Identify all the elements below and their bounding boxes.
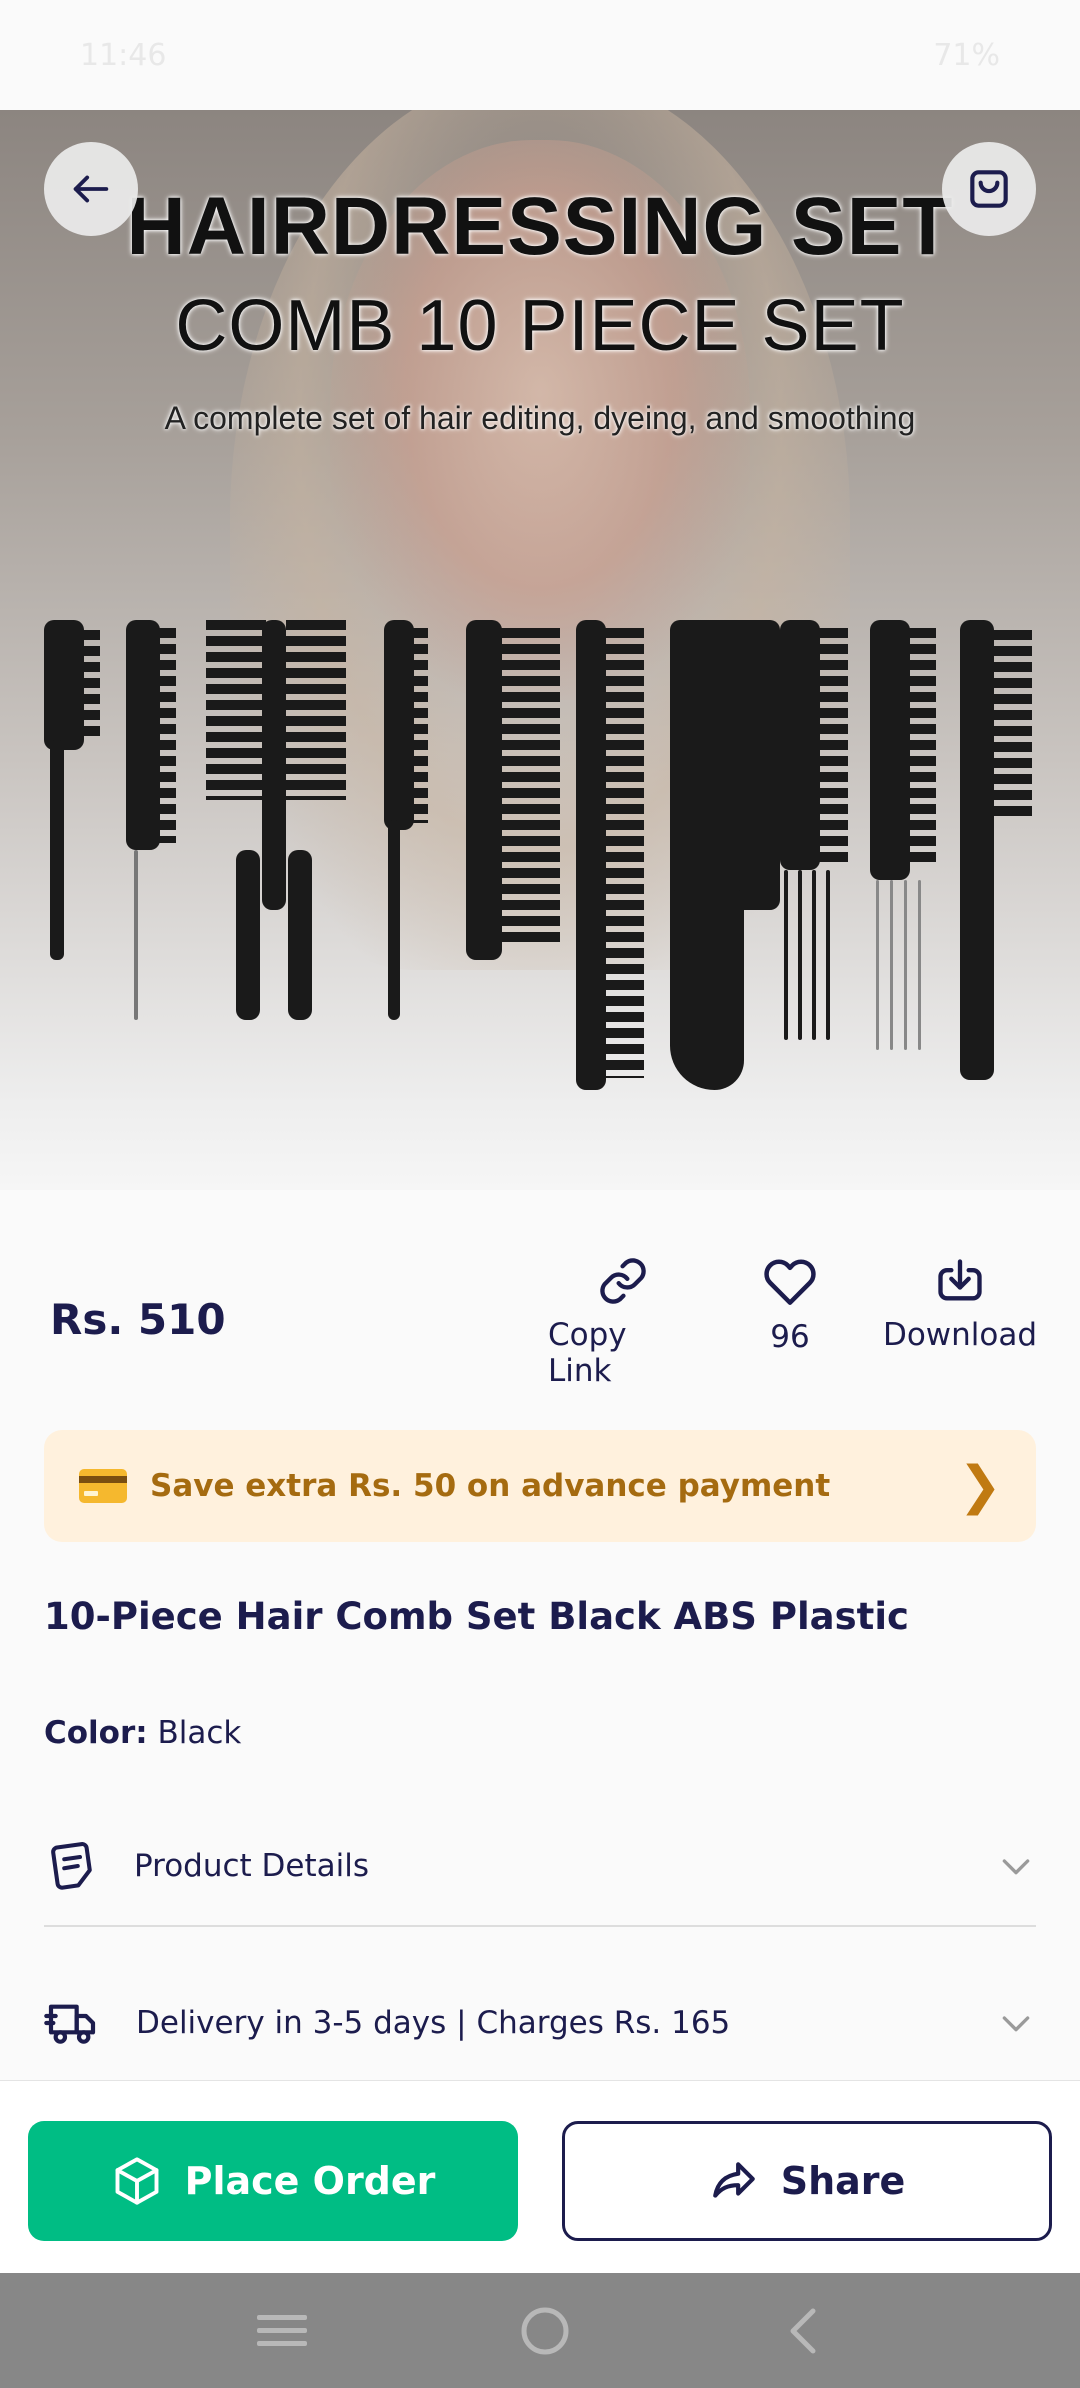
credit-card-icon — [79, 1469, 127, 1503]
product-details-accordion[interactable]: Product Details — [44, 1807, 1036, 1927]
color-row: Color: Black — [44, 1715, 241, 1751]
box-icon — [115, 2157, 159, 2205]
download-icon — [938, 1259, 982, 1301]
menu-icon[interactable] — [255, 2309, 309, 2353]
combs-illustration — [30, 620, 1050, 1190]
status-time: 11:46 — [80, 37, 167, 73]
shopping-bag-icon — [970, 170, 1008, 208]
delivery-label: Delivery in 3-5 days | Charges Rs. 165 — [136, 2005, 731, 2041]
document-icon — [51, 1842, 92, 1890]
status-bar: 11:46 71% — [0, 0, 1080, 110]
home-icon[interactable] — [519, 2305, 571, 2357]
share-arrow-icon — [712, 2162, 755, 2198]
arrow-left-icon — [73, 175, 109, 203]
status-battery: 71% — [933, 37, 1000, 73]
chevron-right-icon: ❯ — [958, 1456, 1002, 1516]
download-button[interactable]: Download — [880, 1255, 1040, 1353]
system-nav-bar — [0, 2273, 1080, 2388]
chevron-down-icon — [1002, 1859, 1030, 1875]
delivery-accordion[interactable]: Delivery in 3-5 days | Charges Rs. 165 — [44, 1963, 1036, 2083]
like-count: 96 — [770, 1319, 810, 1355]
link-icon — [600, 1258, 646, 1304]
promo-text: Save extra Rs. 50 on advance payment — [150, 1468, 831, 1504]
place-order-label: Place Order — [184, 2159, 436, 2203]
place-order-button[interactable]: Place Order — [28, 2121, 518, 2241]
back-nav-icon[interactable] — [781, 2305, 825, 2357]
color-value: Black — [157, 1715, 242, 1751]
copy-link-label: Copy Link — [548, 1317, 627, 1389]
download-label: Download — [882, 1317, 1038, 1353]
hero-title-line2: COMB 10 PIECE SET — [175, 286, 905, 366]
back-button[interactable] — [44, 142, 138, 236]
cart-button[interactable] — [942, 142, 1036, 236]
copy-link-button[interactable]: Copy Link — [548, 1255, 698, 1389]
hero-title-line1: HAIRDRESSING SET — [126, 181, 954, 272]
like-button[interactable]: 96 — [740, 1255, 840, 1355]
product-details-label: Product Details — [134, 1848, 370, 1884]
product-title: 10-Piece Hair Comb Set Black ABS Plastic — [44, 1595, 909, 1638]
heart-icon — [764, 1259, 816, 1305]
hero-subtitle: A complete set of hair editing, dyeing, … — [164, 400, 916, 436]
chevron-down-icon — [1002, 2016, 1030, 2032]
color-label: Color: — [44, 1715, 148, 1751]
bottom-action-bar: Place Order Share — [0, 2080, 1080, 2273]
delivery-truck-icon — [44, 2004, 96, 2044]
product-image-carousel[interactable]: HAIRDRESSING SET COMB 10 PIECE SET A com… — [0, 110, 1080, 1190]
share-button[interactable]: Share — [562, 2121, 1052, 2241]
share-label: Share — [780, 2159, 906, 2203]
price-row: Rs. 510 Copy Link 96 Download — [0, 1255, 1080, 1389]
product-price: Rs. 510 — [50, 1295, 226, 1344]
advance-payment-banner[interactable]: Save extra Rs. 50 on advance payment ❯ — [44, 1430, 1036, 1542]
